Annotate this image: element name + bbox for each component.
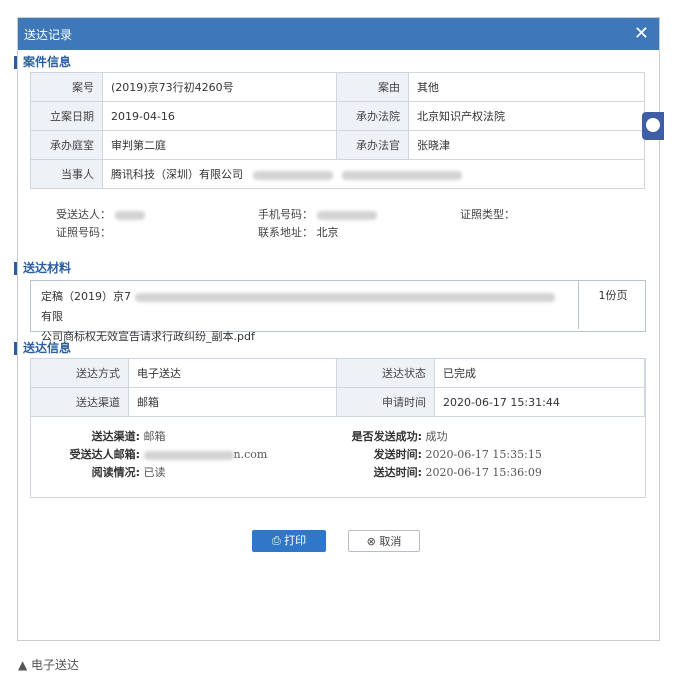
- detail-delivered-time: 送达时间: 2020-06-17 15:36:09: [330, 464, 542, 480]
- figure-caption: ▲ 电子送达: [18, 658, 80, 672]
- detail-delivered-label: 送达时间:: [373, 466, 422, 479]
- case-cause-value: 其他: [408, 72, 645, 102]
- detail-channel-value: 邮箱: [143, 430, 166, 443]
- court-value: 北京知识产权法院: [408, 101, 645, 131]
- table-row: 当事人 腾讯科技（深圳）有限公司: [30, 159, 645, 189]
- detail-read: 阅读情况: 已读: [30, 464, 166, 480]
- send-method-label: 送达方式: [30, 358, 129, 388]
- detail-read-value: 已读: [143, 466, 166, 479]
- table-row: 案号 (2019)京73行初4260号 案由 其他: [30, 72, 645, 102]
- table-row: 送达渠道 邮箱 申请时间 2020-06-17 15:31:44: [30, 387, 645, 417]
- id-number-label: 证照号码：: [56, 226, 111, 239]
- dialog-title: 送达记录: [24, 28, 73, 42]
- party-value-cell: 腾讯科技（深圳）有限公司: [102, 159, 645, 189]
- detail-sent-label: 发送时间:: [373, 448, 422, 461]
- send-channel-value: 邮箱: [128, 387, 337, 417]
- address-label: 联系地址：: [258, 226, 313, 239]
- address-value: 北京: [316, 226, 339, 239]
- material-row: 定稿（2019）京7有限 公司商标权无效宣告请求行政纠纷_副本.pdf 1份页: [30, 280, 646, 343]
- receiver-label: 受送达人：: [56, 208, 111, 221]
- filing-date-label: 立案日期: [30, 101, 103, 131]
- detail-delivered-value: 2020-06-17 15:36:09: [425, 466, 542, 479]
- print-button-label: 打印: [284, 534, 307, 547]
- party-value: 腾讯科技（深圳）有限公司: [111, 168, 243, 181]
- redacted-text: [252, 170, 333, 180]
- cancel-button-label: 取消: [379, 535, 402, 548]
- material-line-1: 定稿（2019）京7 有限: [41, 287, 568, 327]
- chamber-value: 审判第二庭: [102, 130, 337, 160]
- case-number-label: 案号: [30, 72, 103, 102]
- court-label: 承办法院: [336, 101, 409, 131]
- material-file-name[interactable]: 公司商标权无效宣告请求行政纠纷_副本.pdf: [41, 327, 568, 347]
- chamber-label: 承办庭室: [30, 130, 103, 160]
- close-icon[interactable]: ✕: [634, 23, 649, 44]
- detail-success: 是否发送成功: 成功: [330, 428, 448, 444]
- id-number-field: 证照号码：: [56, 224, 111, 240]
- print-button[interactable]: ⎙ 打印: [252, 530, 326, 552]
- redacted-text: [135, 292, 555, 302]
- receiver-field: 受送达人：: [56, 206, 145, 222]
- material-file-cell: 定稿（2019）京7有限 公司商标权无效宣告请求行政纠纷_副本.pdf: [31, 281, 579, 343]
- send-info-table: 送达方式 电子送达 送达状态 已完成 送达渠道 邮箱 申请时间 2020-06-…: [30, 358, 645, 417]
- redacted-text: [143, 450, 234, 460]
- material-section-title: 送达材料: [14, 262, 71, 275]
- detail-channel-label: 送达渠道:: [91, 430, 140, 443]
- detail-sent-time: 发送时间: 2020-06-17 15:35:15: [330, 446, 542, 462]
- detail-email: 受送达人邮箱: n.com: [30, 446, 268, 462]
- party-label: 当事人: [30, 159, 103, 189]
- material-suffix: 有限: [41, 310, 63, 323]
- case-info-table: 案号 (2019)京73行初4260号 案由 其他 立案日期 2019-04-1…: [30, 72, 645, 189]
- detail-success-value: 成功: [425, 430, 448, 443]
- material-pages: 1份页: [598, 289, 628, 302]
- detail-read-label: 阅读情况:: [91, 466, 140, 479]
- case-section-title: 案件信息: [14, 56, 71, 69]
- detail-email-label: 受送达人邮箱:: [69, 448, 140, 461]
- cancel-button[interactable]: ⊗ 取消: [348, 530, 420, 552]
- id-type-field: 证照类型：: [460, 206, 515, 222]
- address-field: 联系地址： 北京: [258, 224, 339, 240]
- apply-time-label: 申请时间: [336, 387, 435, 417]
- table-row: 承办庭室 审判第二庭 承办法官 张晓津: [30, 130, 645, 160]
- clock-icon: [646, 118, 660, 132]
- detail-success-label: 是否发送成功:: [351, 430, 422, 443]
- detail-email-suffix: n.com: [233, 448, 268, 461]
- send-section-title: 送达信息: [14, 342, 71, 355]
- table-row: 立案日期 2019-04-16 承办法院 北京知识产权法院: [30, 101, 645, 131]
- printer-icon: ⎙: [271, 534, 281, 547]
- send-method-value: 电子送达: [128, 358, 337, 388]
- side-clock-tab[interactable]: [642, 112, 664, 140]
- cancel-circle-icon: ⊗: [366, 535, 376, 548]
- detail-sent-value: 2020-06-17 15:35:15: [425, 448, 542, 461]
- table-row: 送达方式 电子送达 送达状态 已完成: [30, 358, 645, 388]
- redacted-text: [342, 170, 462, 180]
- case-cause-label: 案由: [336, 72, 409, 102]
- judge-label: 承办法官: [336, 130, 409, 160]
- apply-time-value: 2020-06-17 15:31:44: [434, 387, 645, 417]
- id-type-label: 证照类型：: [460, 208, 515, 221]
- detail-channel: 送达渠道: 邮箱: [30, 428, 166, 444]
- dialog-titlebar: 送达记录 ✕: [18, 18, 659, 50]
- send-channel-label: 送达渠道: [30, 387, 129, 417]
- redacted-text: [316, 210, 377, 220]
- judge-value: 张晓津: [408, 130, 645, 160]
- material-prefix: 定稿（2019）京7: [41, 290, 131, 303]
- redacted-text: [114, 210, 145, 220]
- filing-date-value: 2019-04-16: [102, 101, 337, 131]
- send-status-label: 送达状态: [336, 358, 435, 388]
- phone-field: 手机号码：: [258, 206, 377, 222]
- case-number-value: (2019)京73行初4260号: [102, 72, 337, 102]
- send-status-value: 已完成: [434, 358, 645, 388]
- phone-label: 手机号码：: [258, 208, 313, 221]
